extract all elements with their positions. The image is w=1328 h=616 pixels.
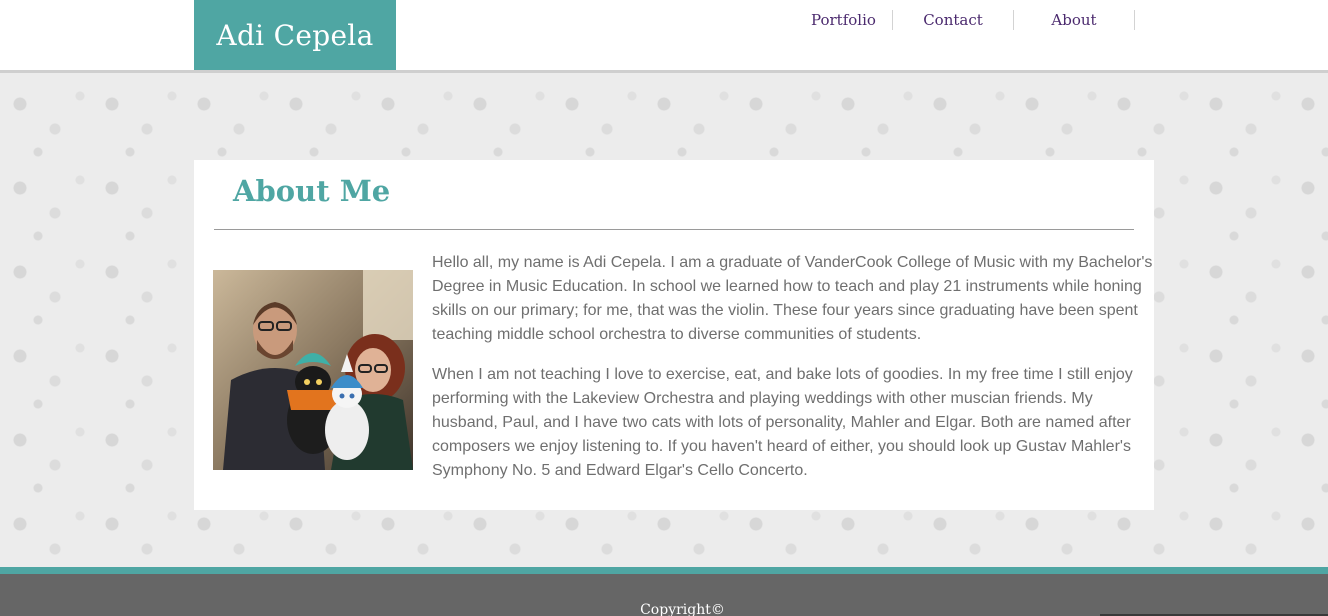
title-divider — [214, 229, 1134, 230]
page-title: About Me — [233, 174, 391, 208]
site-footer: Copyright© — [0, 567, 1328, 616]
nav-link-portfolio[interactable]: Portfolio — [790, 10, 893, 30]
profile-photo-image — [213, 270, 413, 470]
about-text: Hello all, my name is Adi Cepela. I am a… — [432, 251, 1157, 499]
main-nav: Portfolio Contact About — [790, 10, 1135, 30]
about-paragraph-2: When I am not teaching I love to exercis… — [432, 366, 1133, 479]
about-paragraph-1: Hello all, my name is Adi Cepela. I am a… — [432, 254, 1153, 343]
profile-photo — [213, 270, 413, 470]
site-header: Adi Cepela Portfolio Contact About — [0, 0, 1328, 73]
about-card: About Me Hello all, my name is Adi Cepel… — [194, 160, 1154, 510]
nav-link-contact[interactable]: Contact — [893, 10, 1014, 30]
brand-logo[interactable]: Adi Cepela — [194, 0, 396, 70]
nav-link-about[interactable]: About — [1014, 10, 1135, 30]
brand-name: Adi Cepela — [216, 18, 374, 52]
